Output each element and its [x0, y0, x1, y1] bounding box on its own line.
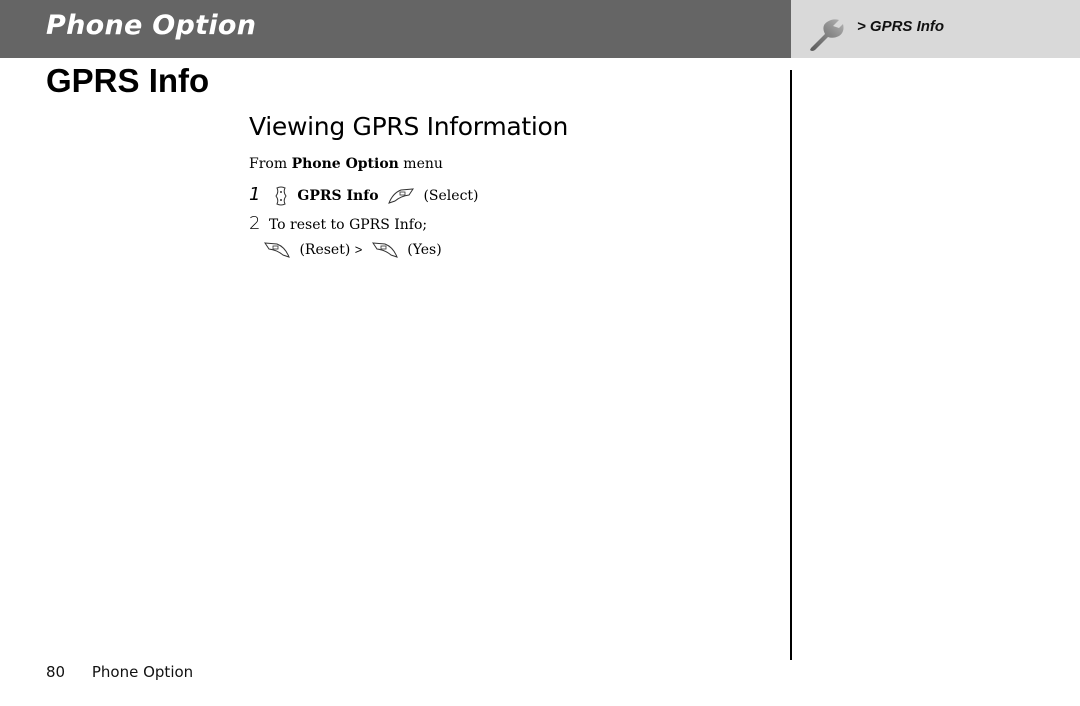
step-1-item: GPRS Info [297, 188, 379, 204]
wrench-icon [810, 19, 844, 51]
reset-action: (Reset) [299, 242, 351, 258]
step-number: 2 [249, 213, 261, 234]
footer-section: Phone Option [91, 663, 194, 681]
right-soft-key-icon [371, 242, 398, 258]
left-soft-key-icon [388, 188, 415, 204]
right-soft-key-icon [264, 242, 290, 258]
step-separator: > [354, 242, 363, 257]
column-divider [790, 70, 792, 660]
step-1: 1 GPRS Info (Select) [249, 184, 479, 206]
from-menu-name: Phone Option [291, 156, 399, 172]
breadcrumb: > GPRS Info [857, 18, 945, 35]
section-subtitle: Viewing GPRS Information [249, 112, 569, 141]
yes-action: (Yes) [407, 242, 442, 258]
step-2-text: To reset to GPRS Info; [268, 217, 428, 233]
from-prefix: From [249, 156, 292, 172]
section-title: Phone Option [46, 10, 257, 41]
navigation-key-icon [275, 186, 287, 206]
step-2-actions: (Reset) > (Yes) [263, 241, 442, 259]
from-menu-line: From Phone Option menu [249, 156, 443, 172]
step-2: 2 To reset to GPRS Info; [249, 213, 427, 234]
page-number: 80 [46, 663, 66, 681]
page-footer: 80 Phone Option [46, 663, 193, 681]
step-number: 1 [249, 184, 261, 205]
step-1-action: (Select) [423, 188, 479, 204]
page-title: GPRS Info [46, 62, 210, 99]
from-suffix: menu [398, 156, 443, 172]
